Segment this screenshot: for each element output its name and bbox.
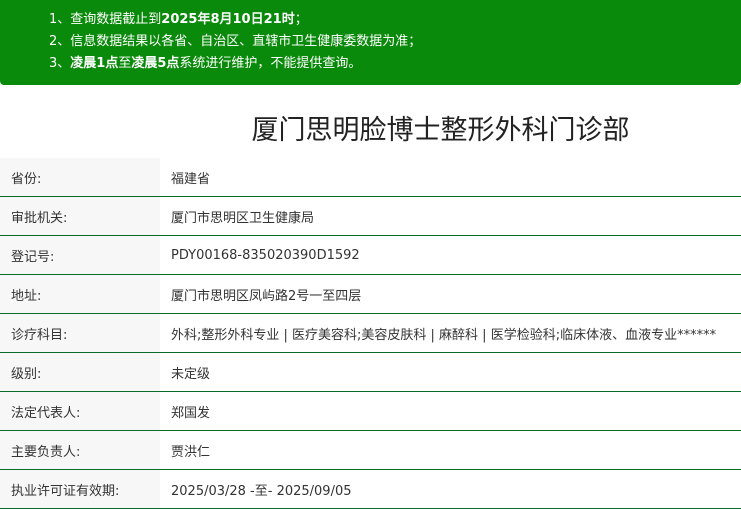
- info-value: 厦门市思明区卫生健康局: [171, 210, 315, 226]
- info-row-address: 地址: 厦门市思明区凤屿路2号一至四层: [0, 275, 741, 314]
- notice-banner: 1、查询数据截止到2025年8月10日21时； 2、信息数据结果以各省、自治区、…: [0, 0, 741, 85]
- info-label: 审批机关:: [0, 197, 160, 235]
- info-label: 登记号:: [0, 236, 160, 274]
- info-label: 省份:: [0, 158, 160, 196]
- info-label: 地址:: [0, 275, 160, 313]
- notice-line-3: 3、凌晨1点至凌晨5点系统进行维护，不能提供查询。: [49, 53, 741, 75]
- notice-line-1-suffix: ；: [294, 12, 308, 27]
- info-row-registration-number: 登记号: PDY00168-835020390D1592: [0, 236, 741, 275]
- info-value: 外科;整形外科专业 | 医疗美容科;美容皮肤科 | 麻醉科 | 医学检验科;临床…: [171, 327, 717, 343]
- info-row-approval-authority: 审批机关: 厦门市思明区卫生健康局: [0, 197, 741, 236]
- notice-cutoff-date: 2025年8月10日21时: [161, 12, 295, 27]
- notice-line-3-suffix: 系统进行维护，不能提供查询。: [179, 56, 362, 71]
- info-row-principal: 主要负责人: 贾洪仁: [0, 431, 741, 470]
- notice-line-1-prefix: 1、查询数据截止到: [49, 12, 162, 27]
- info-row-legal-representative: 法定代表人: 郑国发: [0, 392, 741, 431]
- info-value: PDY00168-835020390D1592: [171, 247, 360, 263]
- notice-line-2: 2、信息数据结果以各省、自治区、直辖市卫生健康委数据为准；: [49, 34, 422, 49]
- info-value: 贾洪仁: [171, 444, 211, 460]
- info-table: 省份: 福建省 审批机关: 厦门市思明区卫生健康局 登记号: PDY00168-…: [0, 158, 741, 509]
- notice-line-1: 1、查询数据截止到2025年8月10日21时；: [49, 9, 741, 31]
- info-value: 福建省: [171, 171, 211, 187]
- page-title: 厦门思明脸博士整形外科门诊部: [251, 115, 630, 146]
- notice-maintenance-start: 凌晨1点: [70, 56, 119, 71]
- info-value: 郑国发: [171, 405, 211, 421]
- info-value: 2025/03/28 -至- 2025/09/05: [171, 483, 352, 499]
- info-row-level: 级别: 未定级: [0, 353, 741, 392]
- info-label: 诊疗科目:: [0, 314, 160, 352]
- notice-line-3-prefix: 3、: [49, 56, 71, 71]
- info-label: 主要负责人:: [0, 431, 160, 469]
- info-label: 法定代表人:: [0, 392, 160, 430]
- notice-line-3-mid: 至: [118, 56, 132, 71]
- info-value: 厦门市思明区凤屿路2号一至四层: [171, 288, 362, 304]
- notice-maintenance-end: 凌晨5点: [131, 56, 180, 71]
- info-label: 级别:: [0, 353, 160, 391]
- info-label: 执业许可证有效期:: [0, 470, 160, 508]
- info-row-province: 省份: 福建省: [0, 158, 741, 197]
- info-row-departments: 诊疗科目: 外科;整形外科专业 | 医疗美容科;美容皮肤科 | 麻醉科 | 医学…: [0, 314, 741, 353]
- info-value: 未定级: [171, 366, 211, 382]
- info-row-license-validity: 执业许可证有效期: 2025/03/28 -至- 2025/09/05: [0, 470, 741, 509]
